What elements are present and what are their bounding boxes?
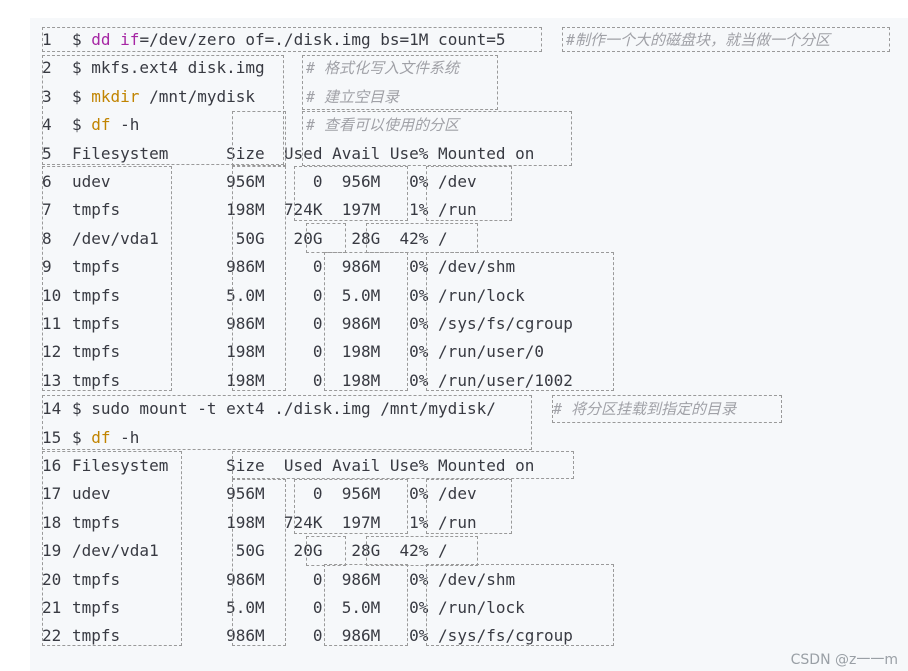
code-line: 7 tmpfs 198M 724K 197M 1% /run [42, 196, 477, 224]
csdn-watermark: CSDN @z一一m [790, 652, 898, 668]
code-token: $ [72, 86, 92, 106]
line-number: 20 [42, 569, 62, 589]
code-line: 13 tmpfs 198M 0 198M 0% /run/user/1002 [42, 367, 573, 395]
code-token: udev 956M 0 956M 0% /dev [72, 172, 477, 191]
code-token: tmpfs 986M 0 986M 0% /sys/fs/cgroup [72, 626, 573, 646]
code-line: 17 udev 956M 0 956M 0% /dev [42, 480, 477, 508]
code-line: 2 $ mkfs.ext4 disk.img [42, 54, 265, 82]
code-line: 18 tmpfs 198M 724K 197M 1% /run [42, 509, 477, 537]
line-number: 13 [42, 370, 62, 390]
line-number: 11 [42, 314, 62, 333]
code-token: /mnt/mydisk [139, 86, 256, 106]
line-number: 6 [42, 172, 52, 191]
code-comment: # 查看可以使用的分区 [306, 116, 460, 135]
line-number: 16 [42, 456, 62, 475]
line-number: 8 [42, 228, 52, 248]
code-comment: # 将分区挂载到指定的目录 [553, 400, 737, 419]
code-token: tmpfs 198M 0 198M 0% /run/user/1002 [72, 370, 573, 390]
line-number: 10 [42, 285, 62, 305]
line-number: 7 [42, 200, 52, 220]
code-token: $ sudo mount -t ext4 ./disk.img /mnt/myd… [72, 399, 496, 419]
line-number: 21 [42, 598, 62, 617]
code-line: 1 $ dd if=/dev/zero of=./disk.img bs=1M c… [42, 26, 505, 54]
code-comment: # 格式化写入文件系统 [306, 59, 460, 78]
line-number: 17 [42, 484, 62, 504]
line-number: 22 [42, 626, 62, 646]
code-line: 12 tmpfs 198M 0 198M 0% /run/user/0 [42, 338, 544, 366]
code-token: tmpfs 986M 0 986M 0% /dev/shm [72, 569, 516, 589]
code-line: 21 tmpfs 5.0M 0 5.0M 0% /run/lock [42, 594, 525, 622]
code-token: mkdir [91, 86, 140, 106]
line-number: 1 [42, 30, 52, 49]
code-token: tmpfs 986M 0 986M 0% /sys/fs/cgroup [72, 314, 573, 333]
code-token: tmpfs 5.0M 0 5.0M 0% /run/lock [72, 598, 525, 617]
line-number: 18 [42, 512, 62, 532]
line-number: 2 [42, 58, 52, 78]
code-line: 4 $ df -h [42, 111, 139, 139]
code-block: 1 $ dd if=/dev/zero of=./disk.img bs=1M c… [0, 0, 908, 671]
code-token: tmpfs 198M 724K 197M 1% /run [72, 200, 477, 220]
code-comment: #制作一个大的磁盘块，就当做一个分区 [566, 31, 831, 49]
code-token: Filesystem Size Used Avail Use% Mounted … [72, 143, 535, 163]
code-token: tmpfs 986M 0 986M 0% /dev/shm [72, 257, 516, 277]
line-number: 12 [42, 342, 62, 362]
code-line: 14 $ sudo mount -t ext4 ./disk.img /mnt/m… [42, 395, 496, 423]
code-comment: # 建立空目录 [306, 87, 400, 106]
code-line: 20 tmpfs 986M 0 986M 0% /dev/shm [42, 566, 515, 594]
code-line: 5 Filesystem Size Used Avail Use% Mounted… [42, 140, 534, 168]
code-line: 3 $ mkdir /mnt/mydisk [42, 83, 255, 111]
line-number: 14 [42, 399, 62, 419]
code-token: /dev/vda1 50G 20G 28G 42% / [72, 541, 448, 561]
code-token: if [120, 30, 140, 49]
code-line: 9 tmpfs 986M 0 986M 0% /dev/shm [42, 253, 515, 281]
code-token: =/dev/zero of=./disk.img bs=1M count=5 [139, 30, 506, 49]
code-token: tmpfs 5.0M 0 5.0M 0% /run/lock [72, 285, 525, 305]
code-token: $ mkfs.ext4 disk.img [72, 58, 265, 78]
code-line: 11 tmpfs 986M 0 986M 0% /sys/fs/cgroup [42, 310, 573, 338]
code-line: 10 tmpfs 5.0M 0 5.0M 0% /run/lock [42, 282, 525, 310]
code-token: df [91, 427, 111, 447]
code-line: 22 tmpfs 986M 0 986M 0% /sys/fs/cgroup [42, 622, 573, 650]
line-number: 9 [42, 257, 52, 277]
line-number: 5 [42, 143, 52, 163]
code-token: tmpfs 198M 724K 197M 1% /run [72, 512, 477, 532]
code-token: -h [110, 115, 140, 135]
code-token: df [91, 115, 111, 135]
code-token: /dev/vda1 50G 20G 28G 42% / [72, 228, 448, 248]
line-number: 4 [42, 115, 52, 135]
code-line: 15 $ df -h [42, 424, 139, 452]
line-number: 15 [42, 427, 62, 447]
code-token: $ [72, 427, 92, 447]
code-token: tmpfs 198M 0 198M 0% /run/user/0 [72, 342, 545, 362]
code-line: 6 udev 956M 0 956M 0% /dev [42, 168, 477, 196]
code-token: -h [110, 427, 140, 447]
code-token: udev 956M 0 956M 0% /dev [72, 484, 477, 504]
code-token: $ [72, 30, 92, 49]
code-line: 19/dev/vda1 50G 20G 28G 42% / [42, 537, 448, 565]
line-number: 19 [42, 541, 62, 561]
code-token: Filesystem Size Used Avail Use% Mounted … [72, 456, 535, 475]
code-token: dd [91, 30, 111, 49]
line-number: 3 [42, 86, 52, 106]
code-line: 16 Filesystem Size Used Avail Use% Mounte… [42, 452, 534, 480]
code-token: $ [72, 115, 92, 135]
code-line: 8/dev/vda1 50G 20G 28G 42% / [42, 225, 448, 253]
